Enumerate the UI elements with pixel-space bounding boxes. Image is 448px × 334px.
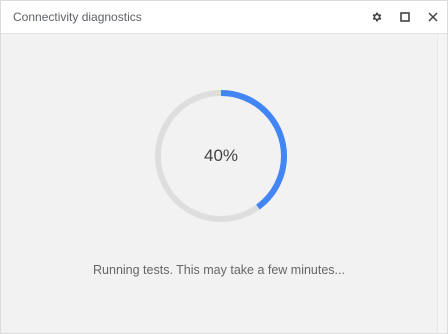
maximize-button[interactable]: [395, 7, 415, 27]
close-icon: [428, 12, 438, 22]
settings-button[interactable]: [367, 7, 387, 27]
scrollbar-track[interactable]: [437, 34, 447, 333]
window-title: Connectivity diagnostics: [13, 10, 142, 24]
close-button[interactable]: [423, 7, 443, 27]
title-bar: Connectivity diagnostics: [1, 1, 447, 34]
status-message: Running tests. This may take a few minut…: [93, 263, 345, 277]
maximize-icon: [400, 12, 410, 22]
gear-icon: [372, 12, 382, 22]
diagnostics-window: Connectivity diagnostics 40% Running tes…: [0, 0, 448, 334]
progress-percent: 40%: [203, 146, 239, 165]
